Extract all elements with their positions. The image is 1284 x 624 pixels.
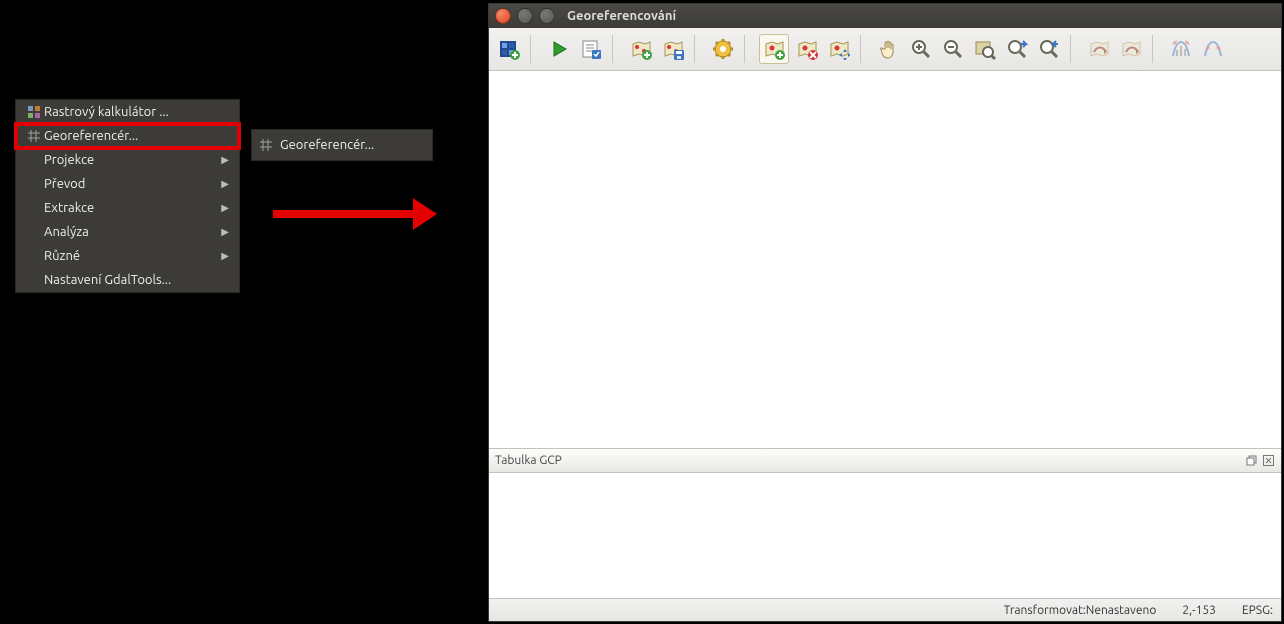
annotation-arrow-icon: [273, 198, 437, 230]
menu-item-raster-calc[interactable]: Rastrový kalkulátor ...: [16, 100, 239, 124]
grid-icon: [24, 129, 44, 143]
map-canvas[interactable]: [489, 71, 1281, 448]
menu-item-georeferencer[interactable]: Georeferencér...: [16, 124, 239, 148]
histogram-icon: [1167, 35, 1195, 63]
gcp-panel-title: Tabulka GCP: [495, 454, 562, 467]
submenu-arrow-icon: ▶: [221, 226, 229, 238]
toolbar-separator: [1070, 35, 1078, 63]
zoom-next-icon[interactable]: [1035, 35, 1063, 63]
menu-item-extraction[interactable]: Extrakce ▶: [16, 196, 239, 220]
menu-item-label: Projekce: [44, 153, 221, 167]
zoom-last-icon[interactable]: [1003, 35, 1031, 63]
toolbar-separator: [744, 35, 752, 63]
window-maximize-icon[interactable]: [539, 8, 555, 24]
add-point-icon[interactable]: [759, 34, 789, 64]
submenu-item-label[interactable]: Georeferencér...: [280, 130, 432, 160]
toolbar-separator: [860, 35, 868, 63]
stretch-icon: [1199, 35, 1227, 63]
submenu-arrow-icon: ▶: [221, 202, 229, 214]
window-minimize-icon[interactable]: [517, 8, 533, 24]
menu-item-conversion[interactable]: Převod ▶: [16, 172, 239, 196]
context-submenu: Georeferencér...: [251, 129, 433, 161]
menu-item-label: Různé: [44, 249, 221, 263]
menu-item-label: Rastrový kalkulátor ...: [44, 105, 229, 119]
move-point-icon[interactable]: [825, 35, 853, 63]
status-epsg: EPSG:: [1242, 604, 1273, 617]
menu-item-projection[interactable]: Projekce ▶: [16, 148, 239, 172]
georeferencer-window: Georeferencování Tabulka GCP Transformov…: [488, 3, 1282, 622]
toolbar-separator: [1152, 35, 1160, 63]
submenu-arrow-icon: ▶: [221, 250, 229, 262]
zoom-in-icon[interactable]: [907, 35, 935, 63]
panel-undock-icon[interactable]: [1244, 454, 1258, 468]
gcp-panel-header: Tabulka GCP: [489, 448, 1281, 473]
status-bar: Transformovat:Nenastaveno 2,-153 EPSG:: [489, 598, 1281, 621]
calc-icon: [24, 105, 44, 119]
context-menu: Rastrový kalkulátor ... Georeferencér...…: [15, 99, 240, 293]
zoom-layer-icon[interactable]: [971, 35, 999, 63]
window-titlebar: Georeferencování: [489, 4, 1281, 28]
status-coords: 2,-153: [1182, 604, 1216, 617]
menu-item-label: Extrakce: [44, 201, 221, 215]
window-title: Georeferencování: [567, 9, 676, 23]
pan-icon[interactable]: [875, 35, 903, 63]
play-icon[interactable]: [545, 35, 573, 63]
link-georef-icon: [1085, 35, 1113, 63]
menu-item-label: Georeferencér...: [44, 129, 229, 143]
toolbar-separator: [530, 35, 538, 63]
menu-item-analysis[interactable]: Analýza ▶: [16, 220, 239, 244]
gcp-table[interactable]: [489, 473, 1281, 598]
link-qgis-icon: [1117, 35, 1145, 63]
menu-item-label: Nastavení GdalTools...: [44, 273, 229, 287]
menu-item-misc[interactable]: Různé ▶: [16, 244, 239, 268]
grid-icon: [252, 130, 280, 160]
window-close-icon[interactable]: [495, 8, 511, 24]
submenu-arrow-icon: ▶: [221, 154, 229, 166]
status-transform: Transformovat:Nenastaveno: [1004, 604, 1157, 617]
zoom-out-icon[interactable]: [939, 35, 967, 63]
open-raster-icon[interactable]: [495, 35, 523, 63]
panel-close-icon[interactable]: [1261, 454, 1275, 468]
toolbar-separator: [694, 35, 702, 63]
toolbar-separator: [612, 35, 620, 63]
menu-item-label: Analýza: [44, 225, 221, 239]
script-icon[interactable]: [577, 35, 605, 63]
menu-item-label: Převod: [44, 177, 221, 191]
gcp-save-icon[interactable]: [659, 35, 687, 63]
delete-point-icon[interactable]: [793, 35, 821, 63]
gcp-load-icon[interactable]: [627, 35, 655, 63]
menu-item-gdaltools-settings[interactable]: Nastavení GdalTools...: [16, 268, 239, 292]
toolbar: [489, 28, 1281, 71]
submenu-arrow-icon: ▶: [221, 178, 229, 190]
settings-gear-icon[interactable]: [709, 35, 737, 63]
